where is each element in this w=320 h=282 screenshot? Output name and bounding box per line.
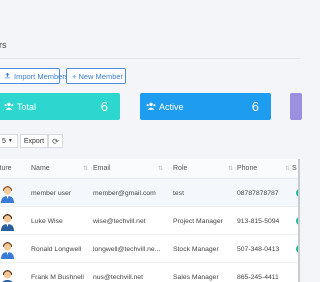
sort-icon: ⇅ [83, 166, 89, 172]
sort-icon: ⇅ [158, 166, 164, 172]
column-picture[interactable]: cture [0, 165, 12, 172]
row-name: member user [31, 190, 72, 197]
import-members-button[interactable]: Import Members [0, 68, 69, 84]
table-row[interactable]: Frank M Bushnell nus@techvill.net Sales … [0, 263, 300, 282]
table-row[interactable]: member user member@gmail.com test 087878… [0, 179, 300, 207]
column-name-label: Name [31, 165, 50, 172]
row-role: test [173, 190, 184, 197]
upload-icon [4, 72, 11, 81]
column-status[interactable]: S [292, 165, 297, 172]
column-name[interactable]: Name ⇅ [31, 165, 88, 172]
row-phone: 913-815-5094 [237, 218, 280, 225]
total-stat-value: 6 [100, 99, 108, 114]
row-name: Luke Wise [31, 218, 63, 225]
column-phone-label: Phone [237, 165, 258, 172]
avatar-icon [1, 267, 14, 282]
row-role: Project Manager [173, 218, 223, 225]
refresh-icon: ⟳ [52, 136, 59, 146]
row-role: Stock Manager [173, 246, 219, 253]
page-size-value: 5 [2, 137, 6, 145]
avatar-icon [1, 239, 14, 259]
row-email: longwell@techvill.ne... [93, 246, 161, 253]
column-phone[interactable]: Phone ⇅ [237, 165, 290, 172]
sort-icon: ⇅ [285, 166, 291, 172]
chevron-down-icon: ▼ [7, 138, 13, 144]
users-icon [145, 102, 156, 112]
row-email: wise@techvill.net [93, 218, 146, 225]
top-bar [0, 0, 300, 29]
table-row[interactable]: Luke Wise wise@techvill.net Project Mana… [0, 207, 300, 235]
row-phone: 507-348-0413 [237, 246, 280, 253]
page-size-select[interactable]: 5 ▼ [0, 134, 18, 148]
import-members-label: Import Members [14, 71, 69, 81]
row-email: nus@techvill.net [93, 274, 143, 281]
new-member-label: + New Member [72, 71, 124, 81]
column-role[interactable]: Role ⇅ [173, 165, 233, 172]
page-title: ers [0, 40, 7, 50]
row-email: member@gmail.com [93, 190, 156, 197]
active-stat-value: 6 [251, 99, 259, 114]
column-role-label: Role [173, 165, 188, 172]
column-status-label: S [292, 165, 297, 172]
export-button[interactable]: Export [20, 134, 48, 148]
row-role: Sales Manager [173, 274, 219, 281]
table-row[interactable]: Ronald Longwell longwell@techvill.ne... … [0, 235, 300, 263]
refresh-button[interactable]: ⟳ [48, 134, 63, 148]
avatar-icon [1, 211, 14, 231]
title-divider [0, 58, 300, 59]
total-stat-label: Total [17, 101, 37, 112]
column-email[interactable]: Email ⇅ [93, 165, 163, 172]
row-name: Frank M Bushnell [31, 274, 84, 281]
active-stat-label: Active [159, 101, 184, 112]
members-table: cture Name⇅ Email⇅ Role⇅ Phone⇅ S member… [0, 159, 300, 282]
column-email-label: Email [93, 165, 111, 172]
new-member-button[interactable]: + New Member [66, 68, 126, 84]
column-picture-label: cture [0, 165, 12, 172]
row-phone: 865-245-4411 [237, 274, 279, 281]
vertical-scrollbar[interactable] [298, 159, 300, 282]
total-stat-card: Total 6 [0, 93, 120, 120]
third-stat-card [290, 93, 302, 120]
sort-icon: ⇅ [228, 166, 234, 172]
active-stat-card: Active 6 [140, 93, 271, 120]
row-name: Ronald Longwell [31, 246, 82, 253]
row-phone: 08787878787 [237, 190, 279, 197]
users-icon [3, 102, 14, 112]
table-header: cture Name⇅ Email⇅ Role⇅ Phone⇅ S [0, 159, 300, 179]
avatar-icon [1, 183, 14, 203]
